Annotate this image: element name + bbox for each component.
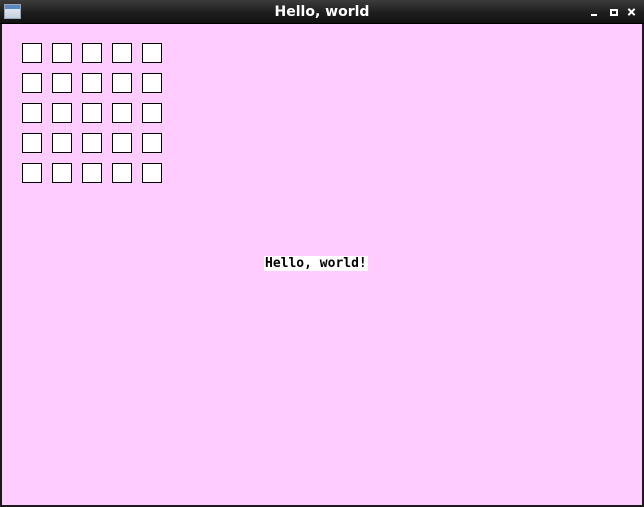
maximize-icon[interactable] [606, 4, 620, 20]
grid-box[interactable] [52, 163, 72, 183]
grid-box[interactable] [142, 163, 162, 183]
grid-box[interactable] [112, 43, 132, 63]
grid-box[interactable] [112, 73, 132, 93]
grid-box[interactable] [142, 43, 162, 63]
grid-box[interactable] [22, 73, 42, 93]
grid-box[interactable] [112, 103, 132, 123]
grid-box[interactable] [52, 43, 72, 63]
grid-box[interactable] [82, 163, 102, 183]
grid-box[interactable] [22, 133, 42, 153]
grid-box[interactable] [142, 73, 162, 93]
grid-box[interactable] [22, 103, 42, 123]
grid-box[interactable] [82, 73, 102, 93]
grid-box[interactable] [82, 103, 102, 123]
window-title: Hello, world [274, 4, 370, 20]
checkbox-grid [22, 43, 162, 183]
grid-box[interactable] [52, 103, 72, 123]
grid-box[interactable] [112, 163, 132, 183]
grid-box[interactable] [52, 73, 72, 93]
app-window: Hello, world Hello, world! [0, 0, 644, 507]
grid-box[interactable] [22, 163, 42, 183]
grid-box[interactable] [142, 133, 162, 153]
hello-label: Hello, world! [264, 256, 368, 271]
grid-box[interactable] [82, 43, 102, 63]
grid-box[interactable] [82, 133, 102, 153]
close-icon[interactable] [625, 4, 639, 20]
grid-box[interactable] [22, 43, 42, 63]
grid-box[interactable] [112, 133, 132, 153]
grid-box[interactable] [52, 133, 72, 153]
minimize-icon[interactable] [587, 4, 601, 20]
title-bar[interactable]: Hello, world [0, 0, 644, 24]
grid-box[interactable] [142, 103, 162, 123]
